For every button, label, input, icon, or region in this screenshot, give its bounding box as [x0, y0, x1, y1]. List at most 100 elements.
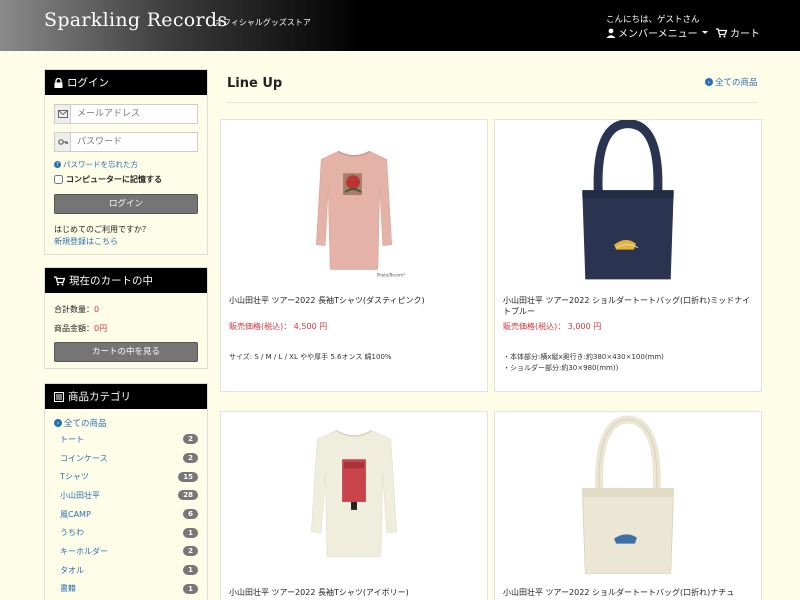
- category-panel-title: 商品カテゴリ: [68, 391, 131, 403]
- category-item[interactable]: 書籍 1: [54, 580, 198, 599]
- category-item-label[interactable]: 小山田壮平: [60, 490, 100, 501]
- forgot-password-link[interactable]: ? パスワードを忘れた方: [54, 159, 198, 170]
- product-image-ivory-longsleeve: [311, 429, 397, 557]
- cart-panel: 現在のカートの中 合計数量：0 商品金額：0円 カートの中を見る: [44, 267, 208, 369]
- category-item[interactable]: 風CAMP 6: [54, 505, 198, 524]
- product-title: 小山田壮平 ツアー2022 ショルダートートバッグ(口折れ)ミッドナイトブルー: [503, 296, 751, 316]
- member-menu-label: メンバーメニュー: [618, 29, 698, 40]
- category-count-badge: 1: [183, 583, 198, 594]
- category-count-badge: 2: [183, 453, 198, 464]
- view-cart-button[interactable]: カートの中を見る: [54, 342, 198, 362]
- category-item-label[interactable]: コインケース: [60, 453, 108, 464]
- remember-me-checkbox[interactable]: [54, 175, 63, 184]
- category-item-label[interactable]: うちわ: [60, 527, 84, 538]
- category-item[interactable]: うちわ 1: [54, 523, 198, 542]
- category-count-badge: 1: [183, 527, 198, 538]
- product-image-navy-tote: [582, 120, 674, 280]
- product-card[interactable]: 小山田壮平 ツアー2022 ショルダートートバッグ(口折れ)ミッドナイトブルー …: [494, 119, 762, 392]
- login-button[interactable]: ログイン: [54, 194, 198, 214]
- product-description-line: サイズ: S / M / L / XL やや厚手 5.6オンス 綿100%: [229, 353, 392, 361]
- category-item[interactable]: 小山田壮平 28: [54, 486, 198, 505]
- product-title: 小山田壮平 ツアー2022 ショルダートートバッグ(口折れ)ナチュ: [503, 588, 735, 597]
- product-card[interactable]: 小山田壮平 ツアー2022 長袖Tシャツ(アイボリー): [220, 411, 488, 600]
- category-count-badge: 1: [183, 565, 198, 576]
- category-count-badge: 15: [178, 471, 198, 482]
- page-title: Line Up: [227, 76, 283, 91]
- brand-logo[interactable]: Sparkling Records: [44, 9, 227, 31]
- product-image-natural-tote: [581, 415, 675, 574]
- first-time-text: はじめてのご利用ですか？: [54, 225, 150, 234]
- site-header: Sparkling Records オフィシャルグッズストア こんにちは、ゲスト…: [0, 0, 800, 51]
- category-count-badge: 28: [178, 490, 198, 501]
- remember-me-row: コンピューターに記憶する: [54, 174, 198, 185]
- title-divider: [227, 102, 757, 103]
- password-field[interactable]: [71, 133, 197, 151]
- category-item-label[interactable]: 書籍: [60, 583, 76, 594]
- category-item[interactable]: Tシャツ 15: [54, 467, 198, 486]
- cart-icon: [716, 27, 727, 37]
- cart-amount-value: 0円: [94, 324, 108, 333]
- lock-icon: [54, 77, 63, 88]
- product-title: 小山田壮平 ツアー2022 長袖Tシャツ(ダスティピンク): [229, 296, 425, 305]
- email-field-group: [54, 104, 198, 124]
- product-description: ・本体部分:横x縦x奥行き:約380×430×100(mm) ・ショルダー部分:…: [503, 352, 755, 374]
- header-cart-link[interactable]: カート: [716, 25, 760, 40]
- product-image-pink-longsleeve: Photo/Bocom*: [316, 150, 405, 277]
- member-menu-dropdown[interactable]: メンバーメニュー: [606, 25, 708, 40]
- cart-quantity-row: 合計数量：0: [54, 303, 198, 316]
- category-list: トート 2 コインケース 2 Tシャツ 15 小山田壮平 28 風CAMP 6 うちわ 1 キーホルダー…: [54, 430, 198, 598]
- question-icon: ?: [54, 161, 61, 168]
- password-field-group: [54, 132, 198, 152]
- arrow-right-icon: ›: [705, 78, 713, 86]
- forgot-password-label: パスワードを忘れた方: [63, 160, 138, 169]
- remember-me-label: コンピューターに記憶する: [66, 175, 162, 184]
- greeting-text: こんにちは、ゲストさん: [606, 15, 700, 25]
- category-all-label: 全ての商品: [64, 419, 107, 429]
- register-link[interactable]: 新規登録はこちら: [54, 236, 198, 247]
- product-price: 販売価格(税込)： 4,500 円: [229, 322, 328, 331]
- key-icon: [55, 133, 71, 151]
- brand-subtitle: オフィシャルグッズストア: [215, 18, 311, 27]
- login-panel-title: ログイン: [67, 77, 109, 89]
- category-all-link[interactable]: › 全ての商品: [54, 417, 198, 429]
- product-description-line: ・ショルダー部分:約30×980(mm)): [503, 364, 619, 372]
- all-products-label: 全ての商品: [715, 78, 758, 88]
- category-panel: 商品カテゴリ › 全ての商品 トート 2 コインケース 2 Tシャツ 15 小山田壮平 28 風…: [44, 383, 208, 600]
- product-card[interactable]: Photo/Bocom* 小山田壮平 ツアー2022 長袖Tシャツ(ダスティピン…: [220, 119, 488, 392]
- cart-quantity-value: 0: [94, 305, 100, 314]
- category-item-label[interactable]: 風CAMP: [60, 509, 91, 520]
- product-description-line: ・本体部分:横x縦x奥行き:約380×430×100(mm): [503, 353, 664, 361]
- category-count-badge: 2: [183, 546, 198, 557]
- cart-panel-title: 現在のカートの中: [69, 275, 153, 287]
- cart-icon: [54, 275, 65, 285]
- product-card[interactable]: 小山田壮平 ツアー2022 ショルダートートバッグ(口折れ)ナチュ: [494, 411, 762, 600]
- product-title: 小山田壮平 ツアー2022 長袖Tシャツ(アイボリー): [229, 588, 409, 597]
- category-count-badge: 2: [183, 434, 198, 445]
- cart-amount-row: 商品金額：0円: [54, 322, 198, 335]
- chevron-down-icon: [701, 31, 708, 34]
- category-item[interactable]: トート 2: [54, 430, 198, 449]
- user-icon: [606, 28, 616, 38]
- cart-label: カート: [730, 29, 760, 40]
- category-item-label[interactable]: タオル: [60, 565, 84, 576]
- envelope-icon: [55, 105, 71, 123]
- list-icon: [54, 391, 64, 402]
- category-panel-header: 商品カテゴリ: [45, 384, 207, 409]
- category-item-label[interactable]: Tシャツ: [60, 471, 89, 482]
- product-price: 販売価格(税込)： 3,000 円: [503, 322, 602, 331]
- category-count-badge: 6: [183, 509, 198, 520]
- category-item[interactable]: キーホルダー 2: [54, 542, 198, 561]
- arrow-right-icon: ›: [54, 419, 62, 427]
- login-panel-header: ログイン: [45, 70, 207, 95]
- cart-amount-label: 商品金額：: [54, 324, 94, 333]
- email-field[interactable]: [71, 105, 197, 123]
- login-panel: ログイン ? パスワードを忘れた方 コンピューターに記憶する ログイン はじめて…: [44, 69, 208, 255]
- category-item[interactable]: タオル 1: [54, 561, 198, 580]
- category-item-label[interactable]: キーホルダー: [60, 546, 108, 557]
- photo-credit-tag: Photo/Bocom*: [377, 272, 405, 277]
- category-item-label[interactable]: トート: [60, 434, 84, 445]
- all-products-link[interactable]: › 全ての商品: [705, 76, 758, 88]
- cart-panel-header: 現在のカートの中: [45, 268, 207, 293]
- category-item[interactable]: コインケース 2: [54, 449, 198, 468]
- product-description: サイズ: S / M / L / XL やや厚手 5.6オンス 綿100%: [229, 352, 481, 363]
